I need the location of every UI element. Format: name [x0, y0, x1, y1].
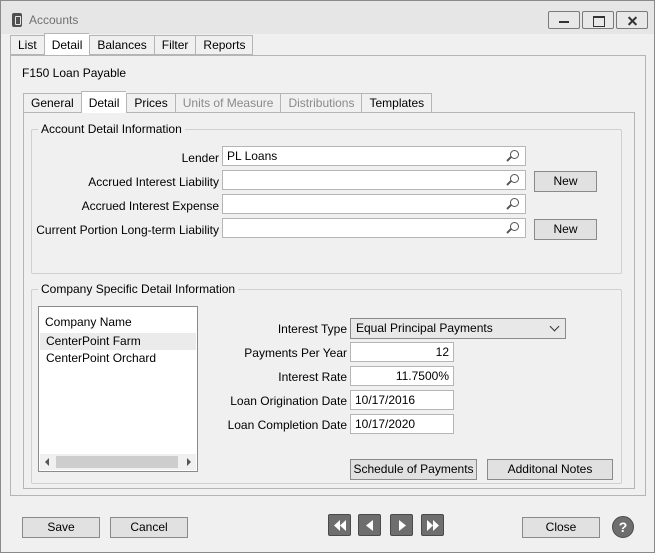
accrued-expense-label: Accrued Interest Expense [81, 199, 219, 213]
cancel-button[interactable]: Cancel [110, 517, 188, 538]
list-item[interactable]: CenterPoint Orchard [40, 350, 196, 367]
title-bar[interactable]: Accounts [1, 1, 654, 34]
accrued-expense-field[interactable] [222, 194, 526, 214]
scroll-right-icon[interactable] [187, 458, 191, 466]
next-record-button[interactable] [390, 514, 413, 536]
interest-rate-label: Interest Rate [278, 370, 347, 384]
tab-list[interactable]: List [10, 35, 44, 55]
window-title: Accounts [29, 13, 79, 27]
close-window-button[interactable] [616, 11, 648, 29]
company-detail-legend: Company Specific Detail Information [41, 282, 236, 296]
tab-reports[interactable]: Reports [195, 35, 254, 55]
additional-notes-button[interactable]: Additonal Notes [487, 459, 613, 480]
help-icon[interactable]: ? [612, 516, 634, 538]
interest-type-value: Equal Principal Payments [356, 321, 493, 335]
previous-record-button[interactable] [358, 514, 381, 536]
accrued-liability-lookup-icon[interactable] [506, 173, 520, 187]
tab-templates[interactable]: Templates [361, 93, 433, 113]
list-item[interactable]: CenterPoint Farm [40, 333, 196, 350]
company-list[interactable]: Company Name CenterPoint Farm CenterPoin… [38, 306, 198, 472]
current-portion-label: Current Portion Long-term Liability [36, 223, 219, 237]
accrued-liability-new-button[interactable]: New [534, 171, 597, 192]
top-tab-bar: List Detail Balances Filter Reports [10, 33, 254, 55]
completion-date-label: Loan Completion Date [227, 418, 347, 432]
accrued-expense-lookup-icon[interactable] [506, 197, 520, 211]
lender-field[interactable]: PL Loans [222, 146, 526, 166]
tab-filter[interactable]: Filter [153, 35, 196, 55]
lender-value: PL Loans [227, 149, 278, 163]
accrued-liability-label: Accrued Interest Liability [88, 175, 219, 189]
account-detail-legend: Account Detail Information [41, 122, 182, 136]
scroll-thumb[interactable] [56, 456, 178, 468]
accrued-liability-field[interactable] [222, 170, 526, 190]
company-list-scrollbar[interactable] [40, 454, 196, 470]
payments-per-year-label: Payments Per Year [244, 346, 347, 360]
minimize-button[interactable] [548, 11, 580, 29]
accounts-window: Accounts List Detail Balances Filter Rep… [0, 0, 655, 553]
origination-date-field[interactable]: 10/17/2016 [350, 390, 454, 410]
lender-label: Lender [181, 151, 219, 165]
current-portion-field[interactable] [222, 218, 526, 238]
current-portion-new-button[interactable]: New [534, 219, 597, 240]
tab-prices[interactable]: Prices [126, 93, 175, 113]
first-record-icon [334, 520, 346, 531]
tab-units-of-measure: Units of Measure [174, 93, 281, 113]
save-button[interactable]: Save [22, 517, 100, 538]
origination-date-label: Loan Origination Date [230, 394, 347, 408]
account-name: F150 Loan Payable [22, 66, 127, 80]
payments-per-year-field[interactable]: 12 [350, 342, 454, 362]
company-list-header: Company Name [45, 315, 132, 329]
maximize-button[interactable] [582, 11, 614, 29]
last-record-button[interactable] [421, 514, 444, 536]
tab-general[interactable]: General [23, 93, 81, 113]
lender-lookup-icon[interactable] [506, 149, 520, 163]
inner-tab-bar: General Detail Prices Units of Measure D… [23, 91, 433, 113]
interest-rate-field[interactable]: 11.7500% [350, 366, 454, 386]
completion-date-field[interactable]: 10/17/2020 [350, 414, 454, 434]
close-button[interactable]: Close [522, 517, 600, 538]
previous-record-icon [366, 520, 373, 531]
last-record-icon [427, 520, 439, 531]
interest-type-label: Interest Type [277, 322, 347, 336]
tab-inner-detail[interactable]: Detail [80, 91, 127, 113]
app-icon [12, 13, 22, 27]
next-record-icon [399, 520, 406, 531]
current-portion-lookup-icon[interactable] [506, 221, 520, 235]
first-record-button[interactable] [328, 514, 351, 536]
chevron-down-icon [549, 321, 560, 332]
interest-type-select[interactable]: Equal Principal Payments [350, 318, 566, 339]
tab-distributions: Distributions [280, 93, 362, 113]
scroll-left-icon[interactable] [45, 458, 49, 466]
schedule-of-payments-button[interactable]: Schedule of Payments [350, 459, 477, 480]
tab-detail[interactable]: Detail [43, 33, 90, 55]
tab-balances[interactable]: Balances [89, 35, 154, 55]
